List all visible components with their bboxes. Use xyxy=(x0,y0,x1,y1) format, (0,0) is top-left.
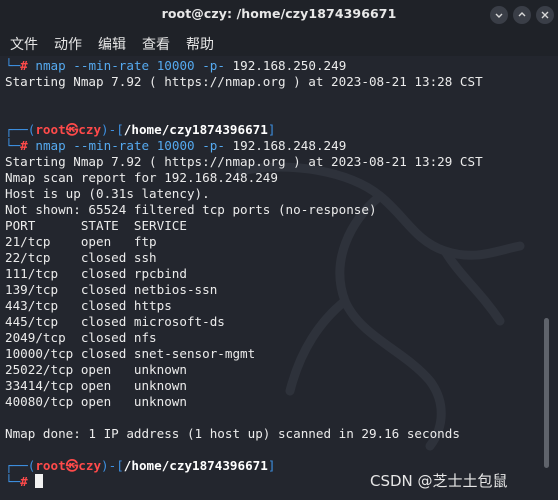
prompt-path: /home/czy1874396671 xyxy=(123,458,268,473)
port-row: 22/tcp closed ssh xyxy=(5,250,157,265)
command-line-3[interactable]: └─# xyxy=(5,474,44,490)
maximize-icon xyxy=(518,12,526,17)
prompt-user: root xyxy=(35,458,66,473)
prompt-bracket-open: ┌──( xyxy=(5,458,36,473)
prompt-bracket-mid: )-[ xyxy=(101,458,124,473)
prompt-symbol: # xyxy=(20,58,28,73)
minimize-button[interactable] xyxy=(490,6,508,24)
menu-actions[interactable]: 动作 xyxy=(54,34,82,54)
prompt-bracket-close: ] xyxy=(267,122,276,137)
prompt-host: czy xyxy=(78,458,102,473)
prompt-corner: └─ xyxy=(5,474,21,489)
text-cursor xyxy=(35,474,44,488)
command-options: --min-rate 10000 -p- xyxy=(73,58,225,73)
maximize-button[interactable] xyxy=(513,6,531,24)
command-options: --min-rate 10000 -p- xyxy=(73,138,225,153)
port-row: 139/tcp closed netbios-ssn xyxy=(5,282,218,297)
command-target: 192.168.250.249 xyxy=(232,58,347,73)
port-row: 2049/tcp closed nfs xyxy=(5,330,157,345)
output-line: Nmap scan report for 192.168.248.249 xyxy=(5,170,278,185)
title-bar: root@czy: /home/czy1874396671 xyxy=(0,0,558,30)
port-row: 10000/tcp closed snet-sensor-mgmt xyxy=(5,346,256,361)
output-line: Starting Nmap 7.92 ( https://nmap.org ) … xyxy=(5,74,483,89)
menu-view[interactable]: 查看 xyxy=(142,34,170,54)
prompt-bracket-mid: )-[ xyxy=(101,122,124,137)
command-name: nmap xyxy=(35,138,66,153)
skull-icon: ㉿ xyxy=(65,122,79,137)
port-row: 21/tcp open ftp xyxy=(5,234,157,249)
window-title: root@czy: /home/czy1874396671 xyxy=(161,6,397,21)
prompt-symbol: # xyxy=(20,138,28,153)
menu-help[interactable]: 帮助 xyxy=(186,34,214,54)
menu-file[interactable]: 文件 xyxy=(10,34,38,54)
port-row: 25022/tcp open unknown xyxy=(5,362,187,377)
prompt-header: ┌──(root㉿czy)-[/home/czy1874396671] xyxy=(5,122,275,138)
command-name: nmap xyxy=(35,58,66,73)
port-row: 33414/tcp open unknown xyxy=(5,378,187,393)
skull-icon: ㉿ xyxy=(65,458,79,473)
command-line-1: └─# nmap --min-rate 10000 -p- 192.168.25… xyxy=(5,58,346,74)
prompt-bracket-close: ] xyxy=(267,458,276,473)
output-line: Host is up (0.31s latency). xyxy=(5,186,210,201)
prompt-bracket-open: ┌──( xyxy=(5,122,36,137)
port-row: 40080/tcp open unknown xyxy=(5,394,187,409)
prompt-user: root xyxy=(35,122,66,137)
prompt-symbol: # xyxy=(20,474,28,489)
output-line: Starting Nmap 7.92 ( https://nmap.org ) … xyxy=(5,154,483,169)
port-row: 111/tcp closed rpcbind xyxy=(5,266,187,281)
prompt-corner: └─ xyxy=(5,138,21,153)
kali-dragon-watermark xyxy=(235,162,525,451)
menu-bar: 文件 动作 编辑 查看 帮助 xyxy=(0,30,558,56)
close-icon xyxy=(541,11,549,19)
minimize-icon xyxy=(495,13,503,18)
prompt-host: czy xyxy=(78,122,102,137)
terminal-area[interactable]: └─# nmap --min-rate 10000 -p- 192.168.25… xyxy=(0,56,558,500)
scrollbar-thumb[interactable] xyxy=(544,318,549,468)
close-button[interactable] xyxy=(536,6,554,24)
port-table-header: PORT STATE SERVICE xyxy=(5,218,187,233)
output-line: Nmap done: 1 IP address (1 host up) scan… xyxy=(5,426,460,441)
prompt-header: ┌──(root㉿czy)-[/home/czy1874396671] xyxy=(5,458,275,474)
prompt-path: /home/czy1874396671 xyxy=(123,122,268,137)
port-row: 443/tcp closed https xyxy=(5,298,172,313)
prompt-corner: └─ xyxy=(5,58,21,73)
port-row: 445/tcp closed microsoft-ds xyxy=(5,314,225,329)
menu-edit[interactable]: 编辑 xyxy=(98,34,126,54)
csdn-watermark: CSDN @芝士土包鼠 xyxy=(370,472,508,490)
output-line: Not shown: 65524 filtered tcp ports (no-… xyxy=(5,202,377,217)
command-line-2: └─# nmap --min-rate 10000 -p- 192.168.24… xyxy=(5,138,346,154)
command-target: 192.168.248.249 xyxy=(232,138,347,153)
